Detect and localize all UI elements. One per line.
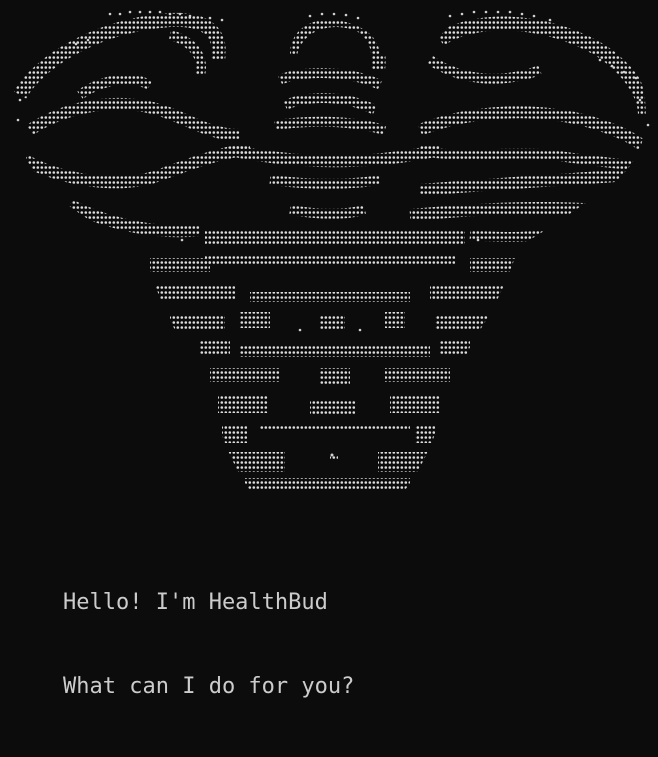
ascii-heart-art-icon xyxy=(0,0,658,520)
greeting-line-hello: Hello! I'm HealthBud xyxy=(63,590,328,615)
terminal-window[interactable]: Hello! I'm HealthBud What can I do for y… xyxy=(0,0,658,699)
ascii-art-canvas xyxy=(13,10,650,490)
greeting-line-prompt: What can I do for you? xyxy=(63,674,355,699)
greeting-message: Hello! I'm HealthBud What can I do for y… xyxy=(63,533,354,757)
